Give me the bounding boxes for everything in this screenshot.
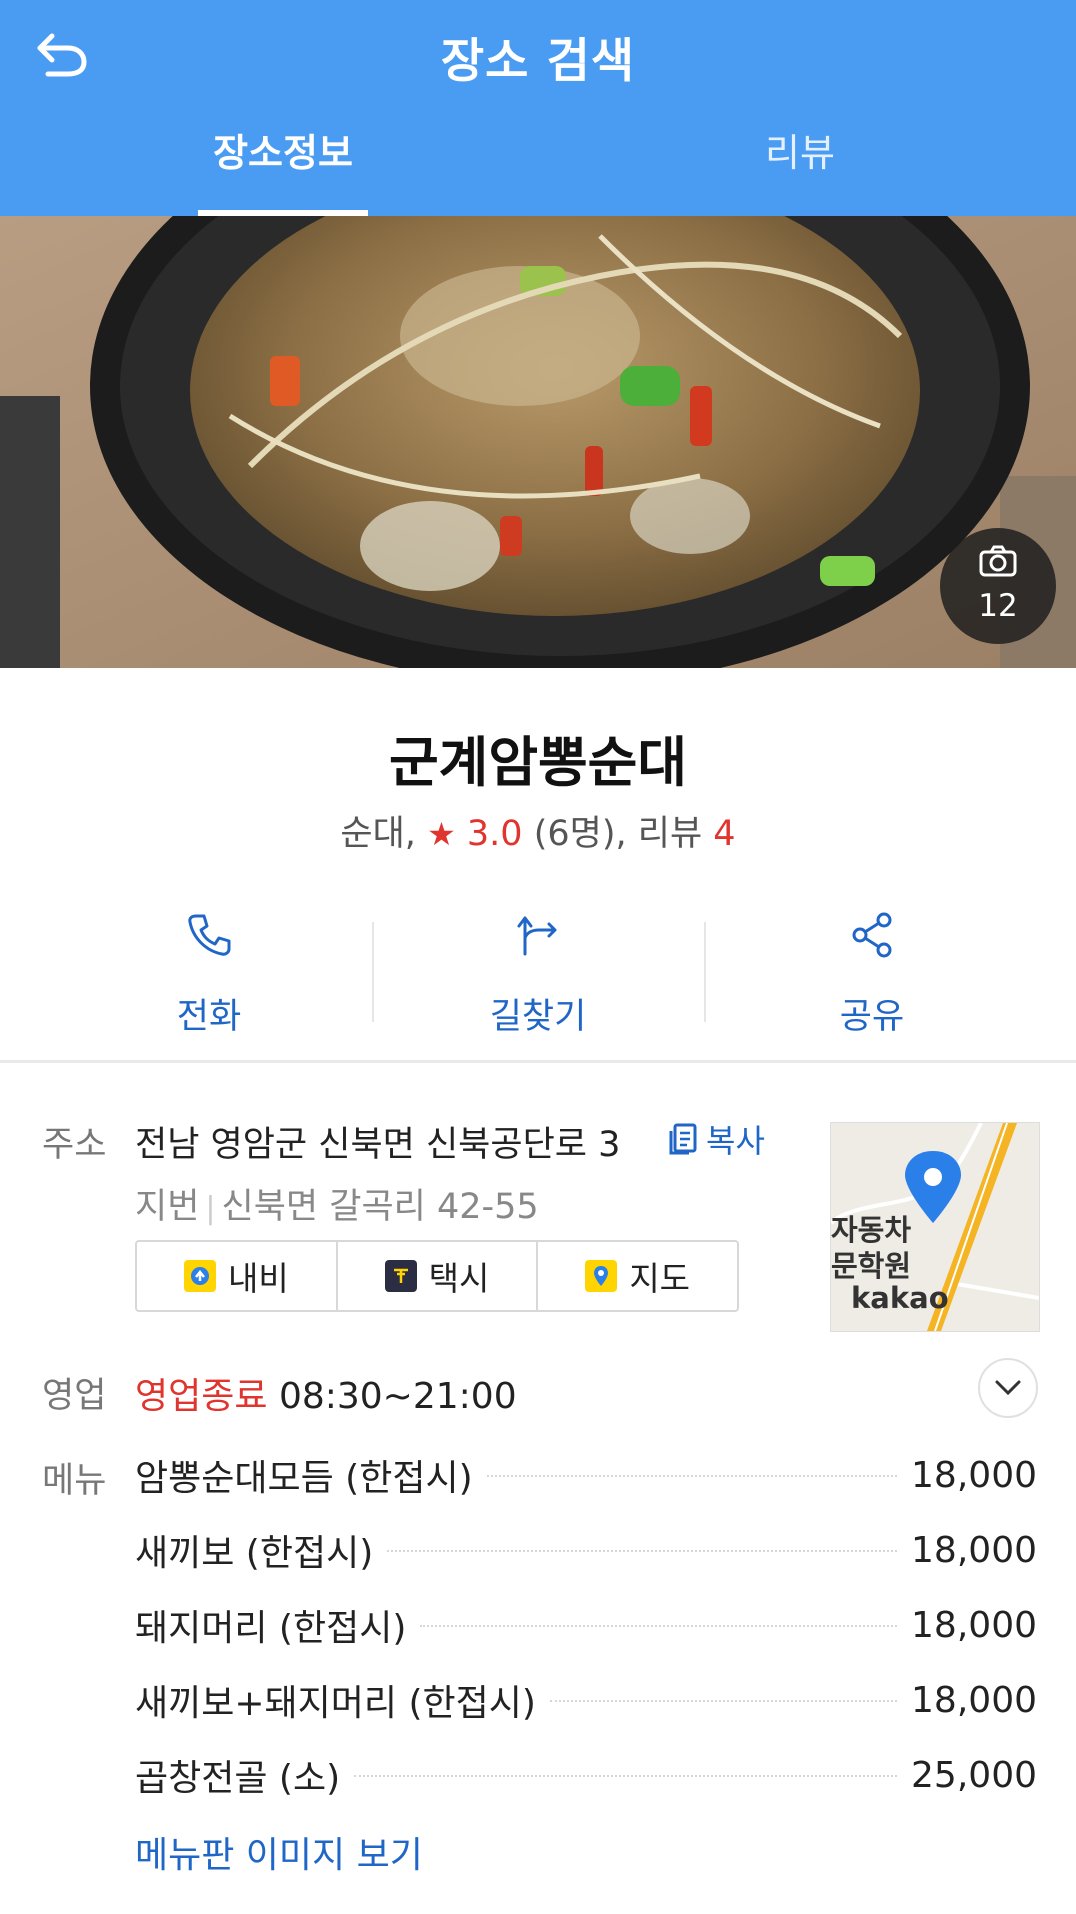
menu-item: 암뽕순대모듬 (한접시) 18,000	[135, 1450, 1037, 1500]
leader-dots	[420, 1624, 898, 1627]
leader-dots	[486, 1474, 898, 1477]
taxi-icon	[384, 1260, 417, 1292]
copy-label: 복사	[706, 1122, 765, 1160]
directions-button[interactable]: 길찾기	[373, 900, 703, 1060]
menu-label: 메뉴	[42, 1461, 107, 1501]
section-divider	[0, 1060, 1076, 1063]
tab-place-info[interactable]: 장소정보	[198, 122, 368, 216]
menu-item-name: 곱창전골 (소)	[135, 1758, 341, 1799]
map-label: 지도	[629, 1259, 691, 1298]
tab-label: 장소정보	[213, 131, 353, 175]
share-label: 공유	[839, 997, 905, 1037]
menu-image-link[interactable]: 메뉴판 이미지 보기	[135, 1826, 423, 1878]
action-bar: 전화 길찾기 공유	[0, 900, 1076, 1060]
menu-item-name: 돼지머리 (한접시)	[135, 1608, 407, 1649]
business-status: 영업종료	[135, 1376, 268, 1417]
menu-item-price: 18,000	[911, 1454, 1037, 1496]
menu-item-price: 18,000	[911, 1679, 1037, 1721]
navi-label: 내비	[227, 1259, 289, 1298]
jibun-address: 지번 | 신북면 갈곡리 42-55	[135, 1178, 539, 1229]
taxi-label: 택시	[428, 1259, 490, 1298]
menu-item: 새끼보+돼지머리 (한접시) 18,000	[135, 1675, 1037, 1725]
share-button[interactable]: 공유	[707, 900, 1037, 1060]
call-button[interactable]: 전화	[44, 900, 374, 1060]
menu-item: 새끼보 (한접시) 18,000	[135, 1525, 1037, 1575]
business-hours: 영업종료 08:30~21:00	[135, 1367, 517, 1419]
leader-dots	[387, 1549, 898, 1552]
copy-address-button[interactable]: 복사	[668, 1116, 765, 1162]
menu-item: 곱창전골 (소) 25,000	[135, 1750, 1037, 1800]
page-title: 장소 검색	[440, 34, 636, 89]
map-pin-icon	[585, 1260, 618, 1292]
tab-reviews[interactable]: 리뷰	[720, 122, 880, 216]
menu-item-name: 암뽕순대모듬 (한접시)	[135, 1458, 473, 1499]
camera-icon	[979, 545, 1017, 577]
tab-label: 리뷰	[765, 131, 835, 175]
directions-label: 길찾기	[489, 997, 587, 1037]
menu-item-price: 18,000	[911, 1529, 1037, 1571]
map-button[interactable]: 지도	[538, 1242, 737, 1310]
app-header: 장소 검색 장소정보 리뷰	[0, 0, 1076, 216]
menu-item-name: 새끼보+돼지머리 (한접시)	[135, 1683, 536, 1724]
navi-icon	[183, 1260, 216, 1292]
expand-hours-button[interactable]	[978, 1358, 1038, 1418]
food-photo-image	[0, 216, 1076, 668]
leader-dots	[354, 1774, 898, 1777]
menu-item-name: 새끼보 (한접시)	[135, 1533, 374, 1574]
place-summary: 순대, ★ 3.0 (6명), 리뷰 4	[0, 805, 1076, 856]
photo-count-button[interactable]: 12	[940, 528, 1056, 644]
photo-count: 12	[978, 588, 1018, 624]
address-text: 전남 영암군 신북면 신북공단로 3	[135, 1125, 621, 1165]
directions-icon	[517, 916, 557, 956]
phone-icon	[188, 914, 231, 956]
route-buttons: 내비 택시 지도	[135, 1240, 739, 1312]
taxi-button[interactable]: 택시	[338, 1242, 539, 1310]
kakao-map-logo: kakao	[851, 1281, 949, 1315]
review-count[interactable]: 4	[713, 814, 735, 854]
jibun-text: 신북면 갈곡리 42-55	[221, 1187, 539, 1227]
hours-text: 08:30~21:00	[278, 1376, 517, 1417]
menu-item-price: 25,000	[911, 1754, 1037, 1796]
call-label: 전화	[176, 997, 242, 1037]
leader-dots	[549, 1699, 898, 1702]
place-category: 순대,	[340, 814, 416, 854]
hours-label: 영업	[42, 1376, 107, 1416]
place-photo[interactable]	[0, 216, 1076, 668]
rating-value: 3.0	[466, 814, 523, 854]
place-name: 군계암뽕순대	[388, 731, 688, 794]
jibun-label: 지번	[135, 1187, 200, 1227]
menu-item-price: 18,000	[911, 1604, 1037, 1646]
divider	[704, 922, 706, 1022]
map-thumbnail[interactable]: 자동차 문학원 kakao	[830, 1122, 1040, 1332]
share-icon	[852, 912, 892, 958]
address-label: 주소	[42, 1125, 107, 1165]
navi-button[interactable]: 내비	[137, 1242, 338, 1310]
map-label-text: 문학원	[831, 1249, 912, 1283]
star-icon: ★	[427, 815, 456, 853]
chevron-down-icon	[995, 1380, 1021, 1396]
separator: |	[205, 1191, 216, 1226]
menu-item: 돼지머리 (한접시) 18,000	[135, 1600, 1037, 1650]
raters-and-review-label: (6명), 리뷰	[533, 814, 703, 854]
copy-icon	[669, 1123, 697, 1155]
